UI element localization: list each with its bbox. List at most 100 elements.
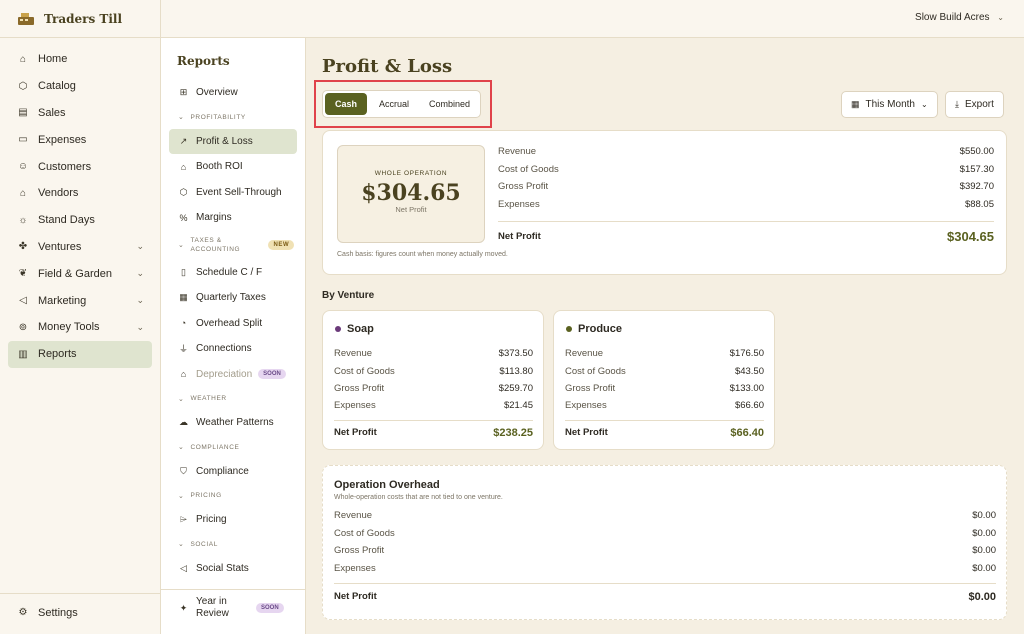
- nav-label: Expenses: [38, 133, 87, 146]
- nav-label: Stand Days: [38, 214, 95, 227]
- reports-subnav: Reports ⊞ Overview ⌄ PROFITABILITY ↗ Profit…: [161, 38, 306, 634]
- chevron-down-icon: ⌄: [136, 268, 144, 279]
- section-label: SOCIAL: [190, 540, 218, 548]
- sidebar: Traders Till ⌂ Home ⬡ Catalog ▤ Sales ▭ Expe…: [0, 0, 161, 634]
- nav-item-marketing[interactable]: ◁ Marketing ⌄: [0, 287, 152, 314]
- subnav-item-profit-loss[interactable]: ↗ Profit & Loss: [169, 128, 297, 154]
- row-revenue: Revenue $373.50: [334, 345, 533, 362]
- row-value: $550.00: [959, 146, 994, 158]
- nav-label: Money Tools: [38, 321, 100, 334]
- section-weather[interactable]: ⌄ WEATHER: [161, 387, 305, 410]
- section-taxes[interactable]: ⌄ TAXES & ACCOUNTING NEW: [161, 231, 305, 260]
- nav-item-field-garden[interactable]: ❦ Field & Garden ⌄: [0, 260, 152, 287]
- nav-item-settings[interactable]: ⚙ Settings: [0, 599, 152, 626]
- nav-item-stand-days[interactable]: ☼ Stand Days: [0, 207, 152, 234]
- basis-accrual-button[interactable]: Accrual: [369, 91, 419, 117]
- section-pricing[interactable]: ⌄ PRICING: [161, 484, 305, 507]
- chevron-down-icon: ⌄: [178, 541, 185, 548]
- basis-cash-button[interactable]: Cash: [325, 93, 368, 115]
- chevron-down-icon: ⌄: [136, 241, 144, 252]
- subnav-label: Depreciation: [196, 368, 253, 380]
- row-expenses: Expenses $21.45: [334, 397, 533, 414]
- export-button[interactable]: ⤓ Export: [945, 91, 1004, 118]
- subnav-item-weather-patterns[interactable]: ☁ Weather Patterns: [161, 410, 297, 436]
- subnav-label: Compliance: [196, 465, 249, 477]
- top-bar: Slow Build Acres ⌄: [161, 0, 1024, 38]
- trend-up-icon: ↗: [179, 135, 188, 146]
- brand[interactable]: Traders Till: [0, 0, 160, 38]
- subnav-label: Schedule C / F: [196, 266, 263, 278]
- basis-toggle: Cash Accrual Combined: [322, 90, 482, 118]
- nav-item-ventures[interactable]: ✤ Ventures ⌄: [0, 234, 152, 261]
- nav-label: Reports: [38, 348, 77, 361]
- coins-icon: ⊚: [18, 321, 28, 333]
- row-value: $113.80: [499, 365, 533, 377]
- row-value: $66.60: [734, 400, 764, 412]
- venture-rows: Revenue $373.50 Cost of Goods $113.80 Gros…: [334, 345, 533, 445]
- subnav-item-connections[interactable]: ⏚ Connections: [161, 336, 297, 362]
- cash-register-icon: [18, 12, 34, 25]
- row-value: $0.00: [972, 545, 996, 557]
- overhead-rows: Revenue $0.00 Cost of Goods $0.00 Gross Pr…: [334, 507, 996, 609]
- row-gross-profit: Gross Profit $259.70: [334, 380, 533, 397]
- subnav-label: Quarterly Taxes: [196, 292, 266, 304]
- receipt-icon: ▤: [18, 107, 28, 119]
- leaf-icon: ❦: [18, 268, 28, 280]
- sparkle-icon: ✦: [179, 602, 188, 613]
- subnav-item-quarterly-taxes[interactable]: ▦ Quarterly Taxes: [161, 285, 297, 311]
- export-label: Export: [964, 99, 994, 110]
- row-net-profit: Net Profit $304.65: [498, 221, 994, 251]
- section-compliance[interactable]: ⌄ COMPLIANCE: [161, 436, 305, 459]
- row-value: $392.70: [959, 181, 994, 193]
- percent-icon: %: [179, 212, 188, 223]
- basis-combined-button[interactable]: Combined: [419, 91, 480, 117]
- nav-item-customers[interactable]: ☺ Customers: [0, 153, 152, 180]
- subnav-label: Margins: [196, 212, 232, 224]
- subnav-item-event-sell-through[interactable]: ⬡ Event Sell-Through: [161, 180, 297, 206]
- subnav-item-compliance[interactable]: ⛉ Compliance: [161, 459, 297, 485]
- subnav-item-social-stats[interactable]: ◁ Social Stats: [161, 556, 297, 582]
- row-value: $304.65: [947, 229, 994, 244]
- nav-item-expenses[interactable]: ▭ Expenses: [0, 126, 152, 153]
- section-social[interactable]: ⌄ SOCIAL: [161, 533, 305, 556]
- farm-switcher[interactable]: Slow Build Acres ⌄: [915, 12, 1004, 23]
- subnav-item-year-in-review[interactable]: ✦ Year in Review SOON: [161, 590, 297, 626]
- row-value: $373.50: [498, 348, 533, 360]
- basis-note: Cash basis: figures count when money act…: [337, 251, 508, 258]
- tile-label: WHOLE OPERATION: [374, 170, 448, 177]
- row-label: Revenue: [498, 146, 537, 158]
- tag-icon: ⌲: [179, 514, 188, 525]
- nav-item-home[interactable]: ⌂ Home: [0, 46, 152, 73]
- row-label: Expenses: [334, 400, 376, 412]
- subnav-item-pricing[interactable]: ⌲ Pricing: [161, 507, 297, 533]
- wallet-icon: ▭: [18, 134, 28, 146]
- user-icon: ☺: [17, 161, 29, 173]
- nav-item-reports[interactable]: ▥ Reports: [8, 340, 152, 368]
- venture-title: Produce: [566, 323, 622, 335]
- subnav-item-margins[interactable]: % Margins: [161, 205, 297, 231]
- row-gross-profit: Gross Profit $392.70: [498, 178, 994, 196]
- nav-item-money-tools[interactable]: ⊚ Money Tools ⌄: [0, 314, 152, 341]
- period-select[interactable]: ▦ This Month ⌄: [841, 91, 938, 118]
- row-label: Cost of Goods: [565, 365, 626, 377]
- row-label: Expenses: [565, 400, 607, 412]
- chevron-down-icon: ⌄: [136, 321, 144, 332]
- plug-icon: ⏚: [178, 344, 188, 355]
- store-icon: ⌂: [19, 187, 27, 199]
- subnav-item-overhead-split[interactable]: ◔ Overhead Split: [161, 311, 297, 337]
- bar-chart-icon: ▥: [18, 348, 28, 360]
- row-expenses: Expenses $66.60: [565, 397, 764, 414]
- subnav-item-booth-roi[interactable]: ⌂ Booth ROI: [161, 154, 297, 180]
- row-value: $43.50: [734, 365, 764, 377]
- section-profitability[interactable]: ⌄ PROFITABILITY: [161, 106, 305, 129]
- subnav-item-depreciation[interactable]: ⌂ Depreciation SOON: [161, 362, 297, 388]
- nav-item-sales[interactable]: ▤ Sales: [0, 100, 152, 127]
- row-label: Revenue: [334, 348, 373, 360]
- subnav-item-overview[interactable]: ⊞ Overview: [161, 80, 297, 106]
- home-icon: ⌂: [19, 53, 27, 65]
- row-label: Expenses: [334, 562, 376, 574]
- nav-item-vendors[interactable]: ⌂ Vendors: [0, 180, 152, 207]
- subnav-item-schedule[interactable]: ▯ Schedule C / F: [161, 260, 297, 286]
- nav-item-catalog[interactable]: ⬡ Catalog: [0, 73, 152, 100]
- nav-label: Customers: [38, 160, 92, 173]
